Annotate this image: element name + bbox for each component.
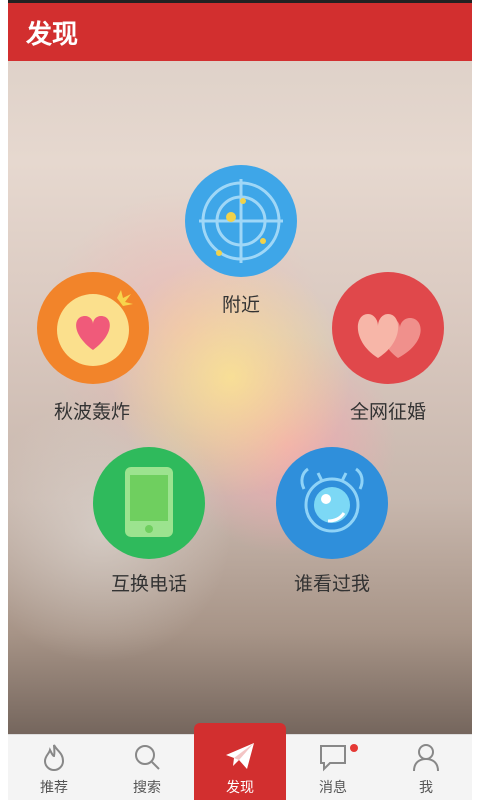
nearby-label: 附近 bbox=[221, 294, 261, 316]
tab-search-label: 搜索 bbox=[133, 780, 161, 796]
marriage-label: 全网征婚 bbox=[349, 401, 427, 423]
marriage-button[interactable] bbox=[332, 272, 444, 384]
nearby-button[interactable] bbox=[185, 165, 297, 277]
person-icon bbox=[413, 744, 439, 772]
double-heart-icon bbox=[357, 314, 421, 358]
swap-phone-label: 互换电话 bbox=[110, 573, 188, 595]
autumn-wave-label: 秋波轰炸 bbox=[53, 401, 131, 423]
autumn-wave-button[interactable] bbox=[37, 272, 149, 384]
paper-plane-icon bbox=[226, 743, 254, 769]
tab-me[interactable]: 我 bbox=[380, 735, 472, 800]
who-viewed-me-button[interactable] bbox=[276, 447, 388, 559]
tab-messages-label: 消息 bbox=[319, 780, 347, 796]
bottom-tab-bar: 推荐 搜索 发现 消息 我 bbox=[8, 723, 472, 800]
who-viewed-me-label: 谁看过我 bbox=[293, 573, 371, 595]
app-frame: 发现 附近 秋波轰炸 全网征婚 互换电话 谁看过我 推荐 搜索 发现 消息 我 bbox=[8, 0, 472, 800]
tab-discover-label: 发现 bbox=[226, 780, 254, 796]
eye-icon bbox=[300, 467, 364, 533]
tab-me-label: 我 bbox=[419, 780, 433, 796]
message-badge bbox=[350, 744, 358, 752]
tab-discover[interactable]: 发现 bbox=[194, 723, 286, 800]
flame-icon bbox=[43, 744, 65, 772]
phone-icon bbox=[125, 467, 173, 537]
radar-icon bbox=[199, 179, 283, 263]
tab-recommend-label: 推荐 bbox=[40, 780, 68, 796]
tab-messages[interactable]: 消息 bbox=[287, 735, 379, 800]
chat-bubble-icon bbox=[320, 745, 346, 772]
search-icon bbox=[135, 745, 160, 770]
swap-phone-button[interactable] bbox=[93, 447, 205, 559]
app-header: 发现 bbox=[8, 0, 472, 61]
heart-bomb-icon bbox=[57, 290, 133, 366]
tab-recommend[interactable]: 推荐 bbox=[8, 735, 100, 800]
tab-search[interactable]: 搜索 bbox=[101, 735, 193, 800]
page-title: 发现 bbox=[26, 20, 79, 50]
